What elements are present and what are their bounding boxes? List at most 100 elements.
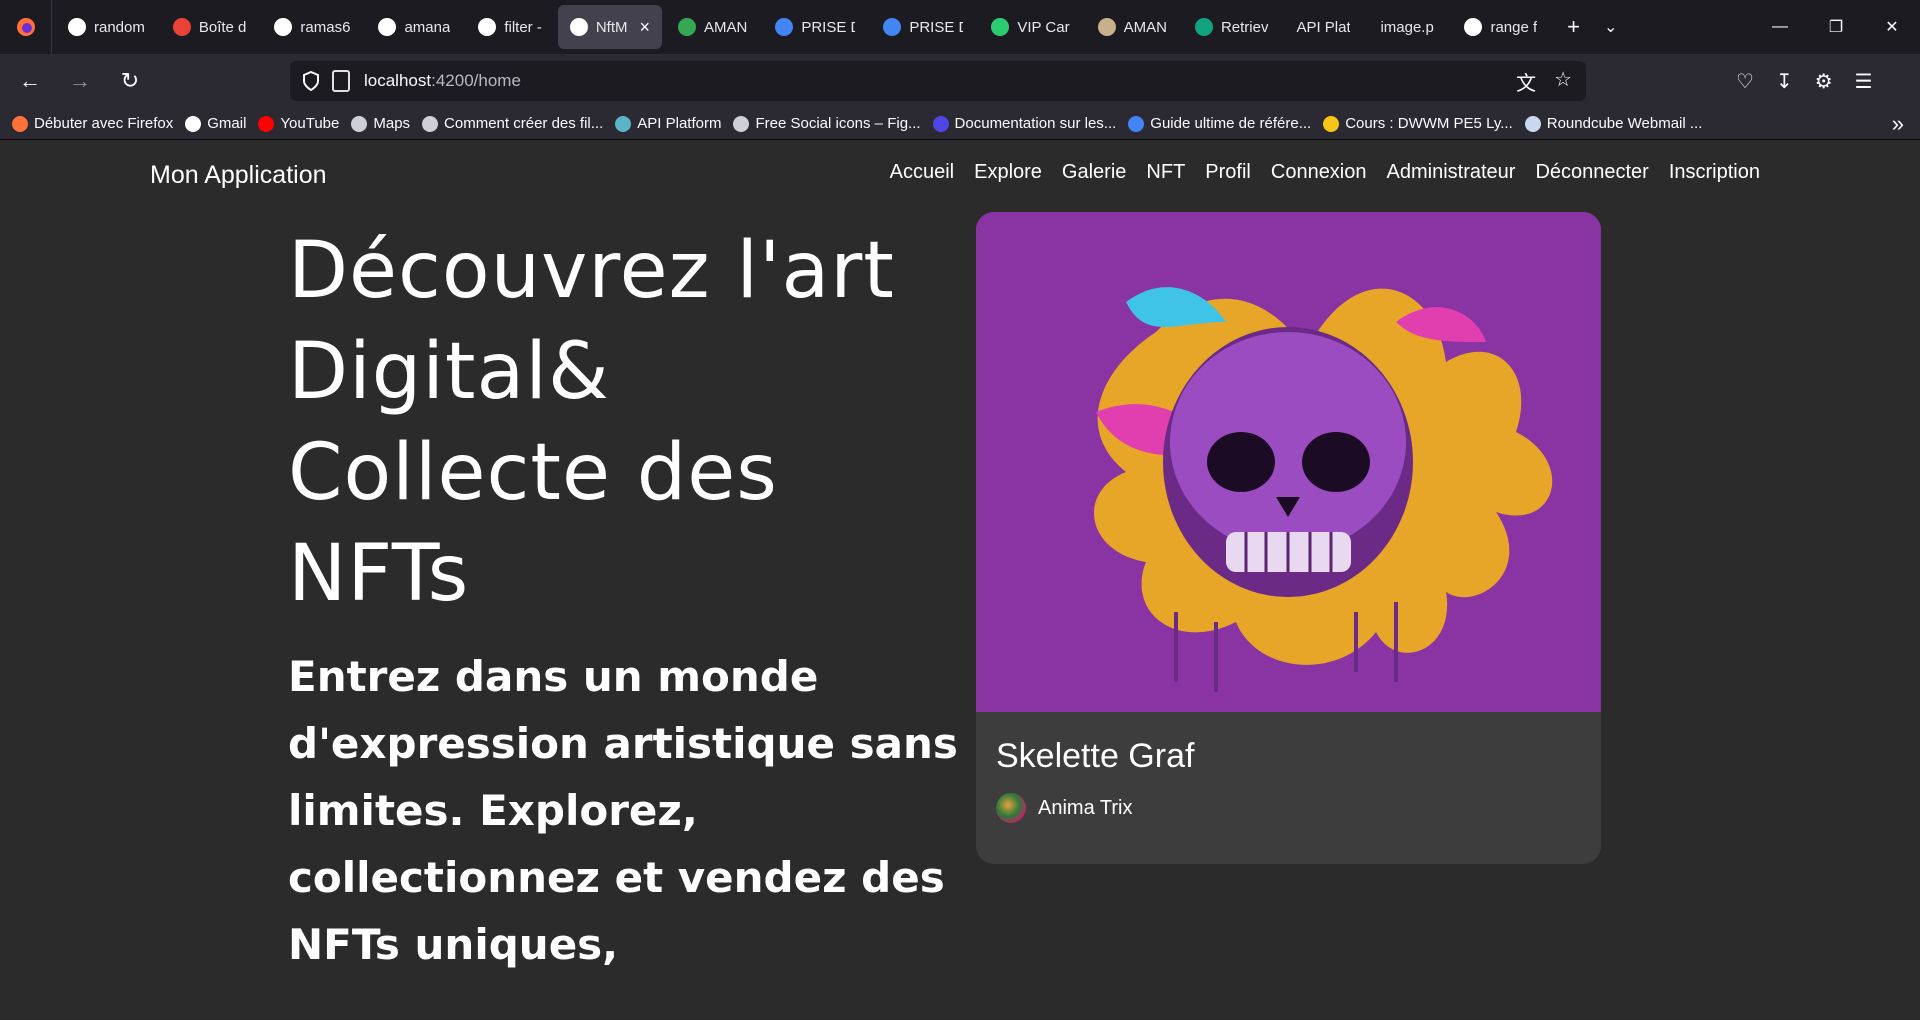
docs-icon (883, 18, 902, 36)
tab[interactable]: AMAN (666, 5, 759, 49)
bookmark-item[interactable]: Roundcube Webmail ... (1524, 115, 1703, 132)
nft-card[interactable]: Skelette Graf Anima Trix (976, 212, 1601, 864)
docs-icon (775, 18, 794, 36)
tab[interactable]: API Platform (1284, 5, 1364, 49)
tab[interactable]: filter - (466, 5, 554, 49)
bookmark-label: Free Social icons – Fig... (755, 115, 921, 132)
github-icon (378, 18, 397, 36)
bookmark-label: Documentation sur les... (954, 115, 1117, 132)
hero-subtitle: Entrez dans un monde d'expression artist… (288, 652, 958, 969)
forward-button[interactable]: → (60, 61, 100, 101)
creator-info[interactable]: Anima Trix (996, 793, 1132, 823)
tab[interactable]: random (56, 5, 157, 49)
tab[interactable]: VIP Car (979, 5, 1081, 49)
bookmark-favicon-icon (1524, 115, 1541, 132)
pocket-icon[interactable]: ♡ (1736, 69, 1754, 94)
menu-link[interactable]: Inscription (1669, 161, 1760, 184)
bookmark-favicon-icon (1323, 115, 1340, 132)
menu-link[interactable]: Galerie (1062, 161, 1126, 184)
shield-icon[interactable] (300, 70, 322, 92)
bookmark-item[interactable]: YouTube (258, 115, 339, 132)
bookmark-label: Comment créer des fil... (444, 115, 604, 132)
menu-link[interactable]: NFT (1146, 161, 1185, 184)
menu-link[interactable]: Explore (974, 161, 1042, 184)
bookmark-item[interactable]: Débuter avec Firefox (12, 115, 173, 132)
bookmark-label: Maps (373, 115, 411, 132)
github-icon (274, 18, 293, 36)
reload-button[interactable]: ↻ (110, 61, 150, 101)
tab-list-chevron-icon[interactable]: ⌄ (1604, 17, 1617, 37)
menu-link[interactable]: Administrateur (1387, 161, 1516, 184)
bookmark-label: Débuter avec Firefox (34, 115, 174, 132)
bookmark-favicon-icon (932, 115, 949, 132)
web-page: Mon Application Accueil Explore Galerie NFT… (0, 141, 1920, 1020)
mdn-icon (478, 18, 497, 36)
tab[interactable]: Retriev (1183, 5, 1281, 49)
tab-label: PRISE D (909, 18, 963, 36)
bookmark-item[interactable]: Comment créer des fil... (422, 115, 603, 132)
close-tab-icon[interactable]: × (639, 17, 650, 38)
bookmark-star-icon[interactable]: ☆ (1554, 67, 1572, 96)
bookmark-favicon-icon (733, 115, 750, 132)
bookmark-item[interactable]: Gmail (185, 115, 246, 132)
bookmark-item[interactable]: Guide ultime de référe... (1128, 115, 1311, 132)
bookmarks-toolbar: Débuter avec Firefox Gmail YouTube Maps Comm… (0, 108, 1920, 140)
nft-title[interactable]: Skelette Graf (996, 737, 1194, 776)
tab-label: AMAN (1123, 18, 1167, 36)
bookmark-label: Roundcube Webmail ... (1546, 115, 1703, 132)
app-icon (1097, 18, 1116, 36)
tab-label: amana (404, 18, 451, 36)
chevron-right-icon[interactable]: » (1892, 111, 1904, 137)
back-button[interactable]: ← (10, 61, 50, 101)
bookmark-item[interactable]: Maps (351, 115, 410, 132)
translate-icon[interactable]: 文 (1516, 67, 1536, 96)
tab-label: NftM (595, 18, 628, 36)
nft-image (976, 212, 1601, 712)
close-window-button[interactable]: ✕ (1864, 0, 1920, 54)
bookmark-favicon-icon (258, 115, 275, 132)
tab[interactable]: PRISE D (871, 5, 975, 49)
bookmark-item[interactable]: Free Social icons – Fig... (733, 115, 921, 132)
tab-label: ramas6 (300, 18, 351, 36)
menu-link[interactable]: Profil (1205, 161, 1251, 184)
app-brand[interactable]: Mon Application (150, 161, 327, 190)
creator-name: Anima Trix (1038, 796, 1133, 819)
address-bar[interactable]: localhost:4200/home 文 ☆ (290, 61, 1586, 101)
bookmark-item[interactable]: Documentation sur les... (932, 115, 1117, 132)
restore-button[interactable]: ❐ (1808, 0, 1864, 54)
tab-label: image.png (1380, 18, 1434, 36)
tab-label: VIP Car (1017, 18, 1070, 36)
tab-label: PRISE D (801, 18, 855, 36)
google-icon (68, 18, 86, 36)
downloads-icon[interactable]: ↧ (1776, 69, 1793, 94)
menu-icon[interactable]: ☰ (1855, 69, 1873, 94)
tab[interactable]: ramas6 (262, 5, 362, 49)
tab[interactable]: PRISE D (763, 5, 867, 49)
tab[interactable]: range f (1452, 5, 1549, 49)
bookmark-favicon-icon (1128, 115, 1145, 132)
tab[interactable]: image.png (1368, 5, 1448, 49)
minimize-button[interactable]: — (1752, 0, 1808, 54)
gmail-icon (172, 18, 191, 36)
tab-label: range f (1490, 18, 1538, 36)
extensions-icon[interactable]: ⚙ (1815, 69, 1833, 94)
url-text[interactable]: localhost:4200/home (364, 71, 521, 91)
google-icon (1464, 18, 1483, 36)
app-icon (991, 18, 1010, 36)
tab[interactable]: amana (366, 5, 462, 49)
tab[interactable]: Boîte d (161, 5, 259, 49)
tab[interactable]: AMAN (1086, 5, 1179, 49)
menu-link[interactable]: Déconnecter (1535, 161, 1648, 184)
tab-label: random (94, 18, 145, 36)
bookmark-favicon-icon (185, 115, 202, 132)
menu-link[interactable]: Accueil (890, 161, 954, 184)
bookmark-item[interactable]: Cours : DWWM PE5 Ly... (1323, 115, 1513, 132)
menu-link[interactable]: Connexion (1271, 161, 1367, 184)
firefox-icon[interactable] (0, 0, 52, 54)
tab[interactable]: NftM × (557, 5, 662, 49)
bookmark-favicon-icon (422, 115, 439, 132)
bookmark-item[interactable]: API Platform (615, 115, 721, 132)
tab-label: filter - (504, 18, 542, 36)
new-tab-button[interactable]: + (1567, 14, 1580, 40)
bookmark-favicon-icon (615, 115, 632, 132)
